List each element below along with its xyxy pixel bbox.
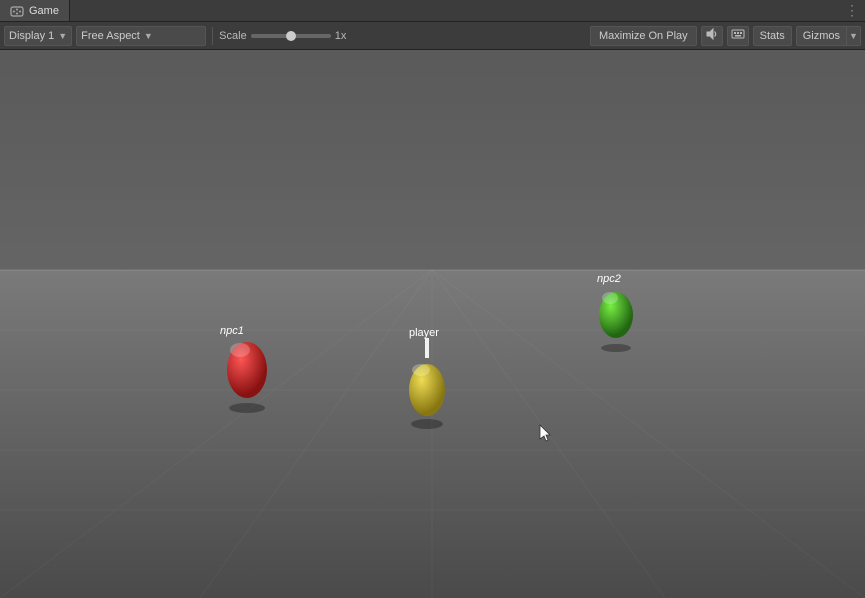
game-icon (10, 4, 24, 18)
keyboard-button[interactable] (727, 26, 749, 46)
scale-slider[interactable] (251, 34, 331, 38)
gizmos-button[interactable]: Gizmos (796, 26, 847, 46)
stats-label: Stats (760, 30, 785, 42)
tab-bar: Game ⋮ (0, 0, 865, 22)
tab-menu-button[interactable]: ⋮ (845, 2, 865, 19)
display-select[interactable]: Display 1 ▼ (4, 26, 72, 46)
scene-svg: npc1 npc2 player (0, 50, 865, 598)
maximize-label: Maximize On Play (599, 30, 688, 42)
keyboard-icon (731, 27, 745, 44)
divider-1 (212, 27, 213, 45)
player-label: player (409, 327, 439, 339)
display-arrow-icon: ▼ (58, 31, 67, 41)
toolbar: Display 1 ▼ Free Aspect ▼ Scale 1x Maxim… (0, 22, 865, 50)
aspect-select[interactable]: Free Aspect ▼ (76, 26, 206, 46)
scale-group: Scale 1x (219, 30, 346, 42)
game-viewport[interactable]: npc1 npc2 player (0, 50, 865, 598)
aspect-label: Free Aspect (81, 30, 140, 42)
display-label: Display 1 (9, 30, 54, 42)
audio-icon (705, 27, 719, 44)
scale-thumb (286, 31, 296, 41)
gizmos-group: Gizmos ▼ (796, 26, 861, 46)
aspect-arrow-icon: ▼ (144, 31, 153, 41)
maximize-on-play-button[interactable]: Maximize On Play (590, 26, 697, 46)
npc1-label: npc1 (220, 325, 244, 337)
scale-value: 1x (335, 30, 347, 42)
gizmos-arrow-icon: ▼ (849, 31, 858, 41)
tab-game-label: Game (29, 5, 59, 17)
tab-game[interactable]: Game (0, 0, 70, 21)
gizmos-dropdown-button[interactable]: ▼ (847, 26, 861, 46)
npc2-label: npc2 (597, 273, 621, 285)
stats-button[interactable]: Stats (753, 26, 792, 46)
gizmos-label: Gizmos (803, 30, 840, 42)
audio-button[interactable] (701, 26, 723, 46)
scale-label: Scale (219, 30, 247, 42)
